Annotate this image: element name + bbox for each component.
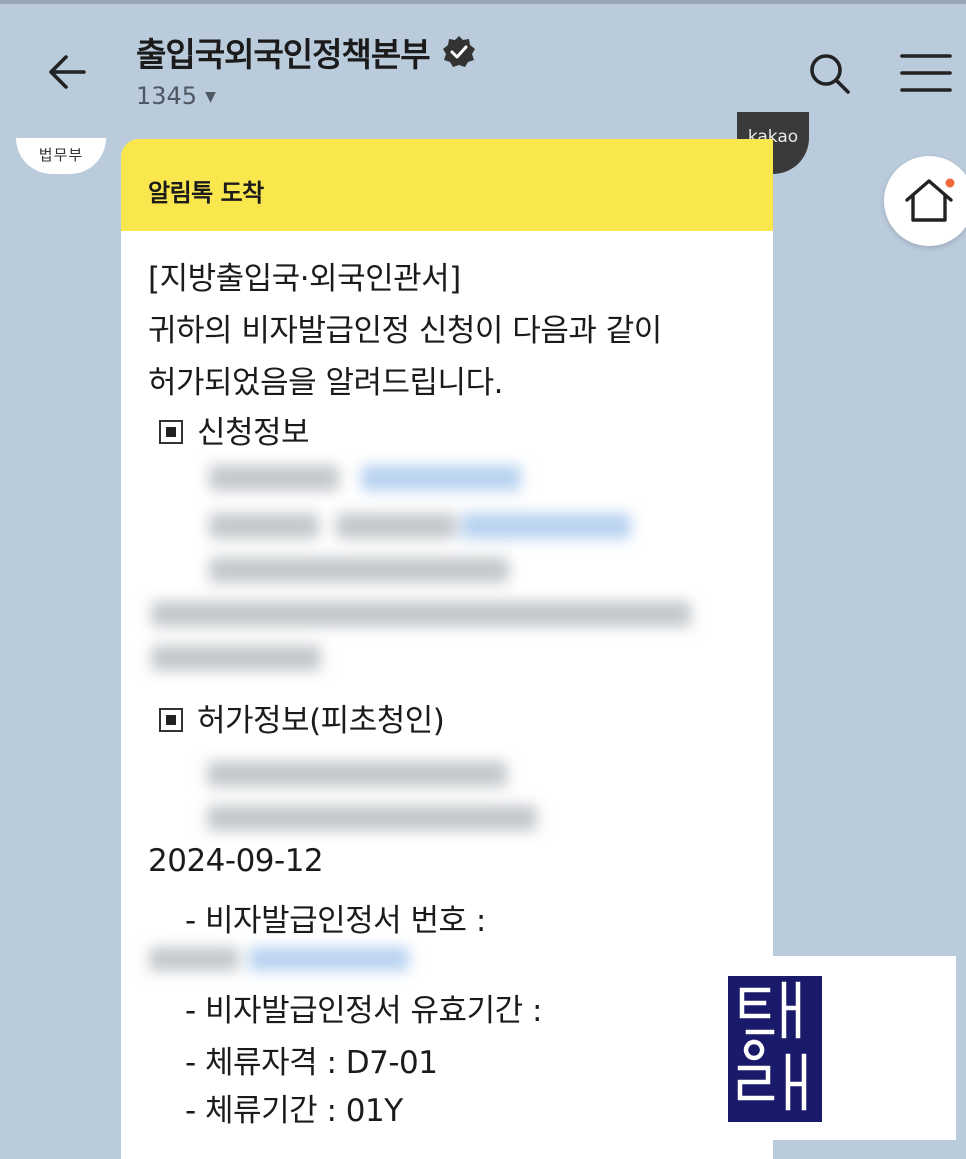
- section-permit-info: 허가정보(피초청인): [159, 695, 445, 740]
- section-application-info: 신청정보: [159, 407, 310, 452]
- channel-number: 1345: [136, 82, 198, 110]
- certificate-validity-label: - 비자발급인정서 유효기간 :: [185, 993, 542, 1029]
- square-bullet-icon: [159, 707, 183, 732]
- redacted-permit-details: [177, 751, 547, 845]
- message-bubble[interactable]: 알림톡 도착 [지방출입국·외국인관서] 귀하의 비자발급인정 신청이 다음과 …: [121, 139, 773, 1159]
- hamburger-menu-icon: [900, 54, 952, 92]
- section-application-label: 신청정보: [197, 415, 310, 451]
- redacted-certificate-number: [139, 939, 419, 979]
- back-button[interactable]: [44, 48, 92, 96]
- intro-line-2: 허가되었음을 알려드립니다.: [148, 365, 503, 401]
- home-button[interactable]: [884, 156, 966, 246]
- logo-emblem: [728, 976, 822, 1122]
- channel-title: 출입국외국인정책본부: [136, 35, 431, 74]
- message-intro: [지방출입국·외국인관서] 귀하의 비자발급인정 신청이 다음과 같이 허가되었…: [148, 253, 662, 409]
- stay-status: - 체류자격 : D7-01: [185, 1045, 438, 1081]
- sender-label: 법무부: [38, 146, 84, 164]
- message-header: 알림톡 도착: [121, 139, 773, 231]
- channel-number-dropdown[interactable]: 1345 ▼: [136, 82, 216, 110]
- square-bullet-icon: [159, 419, 183, 444]
- home-icon: [905, 178, 955, 222]
- section-permit-label: 허가정보(피초청인): [197, 703, 445, 739]
- arrow-left-icon: [49, 55, 86, 89]
- status-bar-edge: [0, 0, 966, 4]
- permit-date: 2024-09-12: [148, 843, 324, 879]
- message-header-title: 알림톡 도착: [148, 179, 264, 207]
- search-icon: [810, 54, 850, 94]
- intro-line-1: 귀하의 비자발급인정 신청이 다음과 같이: [148, 313, 662, 349]
- redacted-application-details: [121, 449, 773, 689]
- stay-period: - 체류기간 : 01Y: [185, 1093, 403, 1129]
- menu-button[interactable]: [900, 52, 952, 94]
- logo-glyph-icon: [737, 981, 807, 1111]
- notification-dot: [945, 178, 955, 188]
- search-button[interactable]: [806, 50, 854, 98]
- sender-avatar[interactable]: 법무부: [16, 138, 106, 174]
- certificate-number-label: - 비자발급인정서 번호 :: [185, 903, 486, 939]
- watermark-logo: [700, 956, 956, 1140]
- chat-header: 출입국외국인정책본부: [136, 28, 477, 76]
- office-line: [지방출입국·외국인관서]: [148, 261, 461, 297]
- verified-badge-icon: [442, 36, 475, 67]
- caret-down-icon: ▼: [205, 89, 216, 105]
